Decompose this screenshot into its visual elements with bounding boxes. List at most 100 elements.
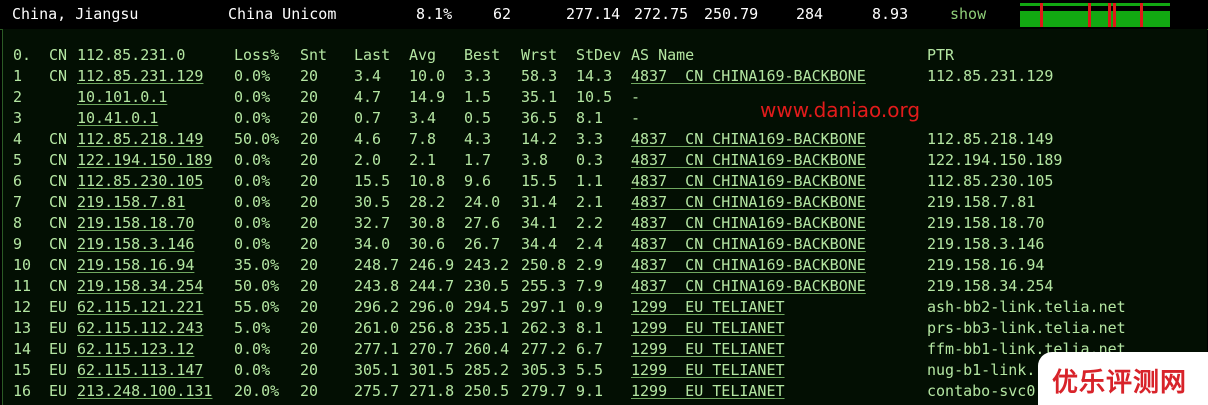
cell-stdev: 2.9: [576, 256, 604, 274]
watermark: www.daniao.org: [760, 98, 921, 122]
sparkline-loss-tick: [1108, 3, 1111, 27]
cell-wrst: 297.1: [521, 298, 567, 316]
cell-as[interactable]: 4837 CN CHINA169-BACKBONE: [631, 130, 866, 148]
cell-ip[interactable]: 62.115.121.221: [77, 298, 203, 316]
cell-as[interactable]: 1299 EU TELIANET: [631, 340, 785, 358]
cell-as[interactable]: 1299 EU TELIANET: [631, 298, 785, 316]
cell-ip[interactable]: 112.85.230.105: [77, 172, 203, 190]
cell-hop: 10: [13, 256, 32, 274]
cell-ip[interactable]: 62.115.112.243: [77, 319, 203, 337]
summary-best: 250.79: [704, 5, 759, 23]
cell-snt: 20: [300, 214, 319, 232]
cell-avg: 10.0: [409, 67, 446, 85]
cell-ptr: 219.158.16.94: [927, 256, 1045, 274]
cell-ip[interactable]: 112.85.218.149: [77, 130, 203, 148]
cell-best: 1.5: [464, 88, 492, 106]
table-row: 12 EU 62.115.121.221 55.0% 20 296.2 296.0 294.5…: [3, 298, 1207, 319]
cell-loss: 0.0%: [234, 109, 271, 127]
cell-as[interactable]: 1299 EU TELIANET: [631, 382, 785, 400]
cell-hop: 7: [13, 193, 23, 211]
table-row: 8 CN 219.158.18.70 0.0% 20 32.7 30.8 27.6 34.1 2.…: [3, 214, 1207, 235]
cell-as[interactable]: 1299 EU TELIANET: [631, 361, 785, 379]
cell-wrst: 3.8: [521, 151, 549, 169]
cell-last: 305.1: [354, 361, 400, 379]
cell-ip[interactable]: 62.115.123.12: [77, 340, 194, 358]
cell-wrst: 14.2: [521, 130, 558, 148]
cell-stdev: 2.1: [576, 193, 604, 211]
summary-last: 277.14: [566, 5, 621, 23]
cell-ip[interactable]: 62.115.113.147: [77, 361, 203, 379]
table-row: 2 10.101.0.1 0.0% 20 4.7 14.9 1.5 35.1 10.5-: [3, 88, 1207, 109]
table-row: 1 CN 112.85.231.129 0.0% 20 3.4 10.0 3.3 58.3 14.…: [3, 67, 1207, 88]
cell-ip[interactable]: 219.158.16.94: [77, 256, 194, 274]
cell-loss: 35.0%: [234, 256, 280, 274]
cell-wrst: 255.3: [521, 277, 567, 295]
cell-avg: 244.7: [409, 277, 455, 295]
cell-avg: 3.4: [409, 109, 437, 127]
cell-snt: 20: [300, 109, 319, 127]
cell-hop: 11: [13, 277, 32, 295]
cell-hop: 5: [13, 151, 23, 169]
header-host: 112.85.231.0: [77, 46, 186, 64]
cell-loss: 0.0%: [234, 235, 271, 253]
cell-as[interactable]: 4837 CN CHINA169-BACKBONE: [631, 151, 866, 169]
cell-last: 2.0: [354, 151, 382, 169]
cell-as[interactable]: 4837 CN CHINA169-BACKBONE: [631, 193, 866, 211]
cell-as[interactable]: 4837 CN CHINA169-BACKBONE: [631, 277, 866, 295]
cell-as[interactable]: 4837 CN CHINA169-BACKBONE: [631, 256, 866, 274]
summary-isp: China Unicom: [228, 5, 337, 23]
cell-ip[interactable]: 219.158.18.70: [77, 214, 194, 232]
cell-as[interactable]: 4837 CN CHINA169-BACKBONE: [631, 172, 866, 190]
cell-cc: CN: [49, 235, 68, 253]
cell-hop: 9: [13, 235, 23, 253]
cell-ptr: nug-b1-link.: [927, 361, 1036, 379]
cell-wrst: 15.5: [521, 172, 558, 190]
table-row: 7 CN 219.158.7.81 0.0% 20 30.5 28.2 24.0 31.4 2.1…: [3, 193, 1207, 214]
table-row: 6 CN 112.85.230.105 0.0% 20 15.5 10.8 9.6 15.5 1.…: [3, 172, 1207, 193]
cell-ip[interactable]: 10.41.0.1: [77, 109, 158, 127]
cell-as[interactable]: 1299 EU TELIANET: [631, 319, 785, 337]
cell-as[interactable]: 4837 CN CHINA169-BACKBONE: [631, 235, 866, 253]
header-ptr: PTR: [927, 46, 955, 64]
cell-loss: 0.0%: [234, 172, 271, 190]
cell-stdev: 2.2: [576, 214, 604, 232]
cell-ptr: prs-bb3-link.telia.net: [927, 319, 1126, 337]
cell-wrst: 277.2: [521, 340, 567, 358]
cell-stdev: 6.7: [576, 340, 604, 358]
cell-loss: 0.0%: [234, 214, 271, 232]
cell-best: 230.5: [464, 277, 510, 295]
cell-snt: 20: [300, 151, 319, 169]
cell-cc: CN: [49, 256, 68, 274]
table-row: 11 CN 219.158.34.254 50.0% 20 243.8 244.7 230.5…: [3, 277, 1207, 298]
cell-ip[interactable]: 219.158.34.254: [77, 277, 203, 295]
cell-hop: 8: [13, 214, 23, 232]
cell-ip[interactable]: 213.248.100.131: [77, 382, 212, 400]
cell-ip[interactable]: 219.158.7.81: [77, 193, 185, 211]
cell-ip[interactable]: 219.158.3.146: [77, 235, 194, 253]
site-badge-text: 优乐评测网: [1052, 368, 1188, 398]
cell-loss: 50.0%: [234, 277, 280, 295]
sparkline-loss-tick: [1088, 3, 1091, 27]
cell-cc: CN: [49, 193, 68, 211]
cell-ip[interactable]: 10.101.0.1: [77, 88, 167, 106]
summary-sent: 62: [493, 5, 512, 23]
header-last: Last: [354, 46, 391, 64]
cell-wrst: 35.1: [521, 88, 558, 106]
cell-hop: 14: [13, 340, 32, 358]
cell-avg: 30.6: [409, 235, 446, 253]
cell-last: 32.7: [354, 214, 391, 232]
cell-best: 27.6: [464, 214, 501, 232]
header-snt: Snt: [300, 46, 328, 64]
cell-stdev: 10.5: [576, 88, 613, 106]
table-row: 15 EU 62.115.113.147 0.0% 20 305.1 301.5 285.2 3…: [3, 361, 1207, 382]
cell-snt: 20: [300, 382, 319, 400]
show-link[interactable]: show: [950, 5, 986, 23]
cell-hop: 4: [13, 130, 23, 148]
cell-loss: 0.0%: [234, 361, 271, 379]
cell-ip[interactable]: 112.85.231.129: [77, 67, 203, 85]
cell-hop: 16: [13, 382, 32, 400]
cell-stdev: 7.9: [576, 277, 604, 295]
cell-as[interactable]: 4837 CN CHINA169-BACKBONE: [631, 214, 866, 232]
cell-ip[interactable]: 122.194.150.189: [77, 151, 212, 169]
cell-as[interactable]: 4837 CN CHINA169-BACKBONE: [631, 67, 866, 85]
